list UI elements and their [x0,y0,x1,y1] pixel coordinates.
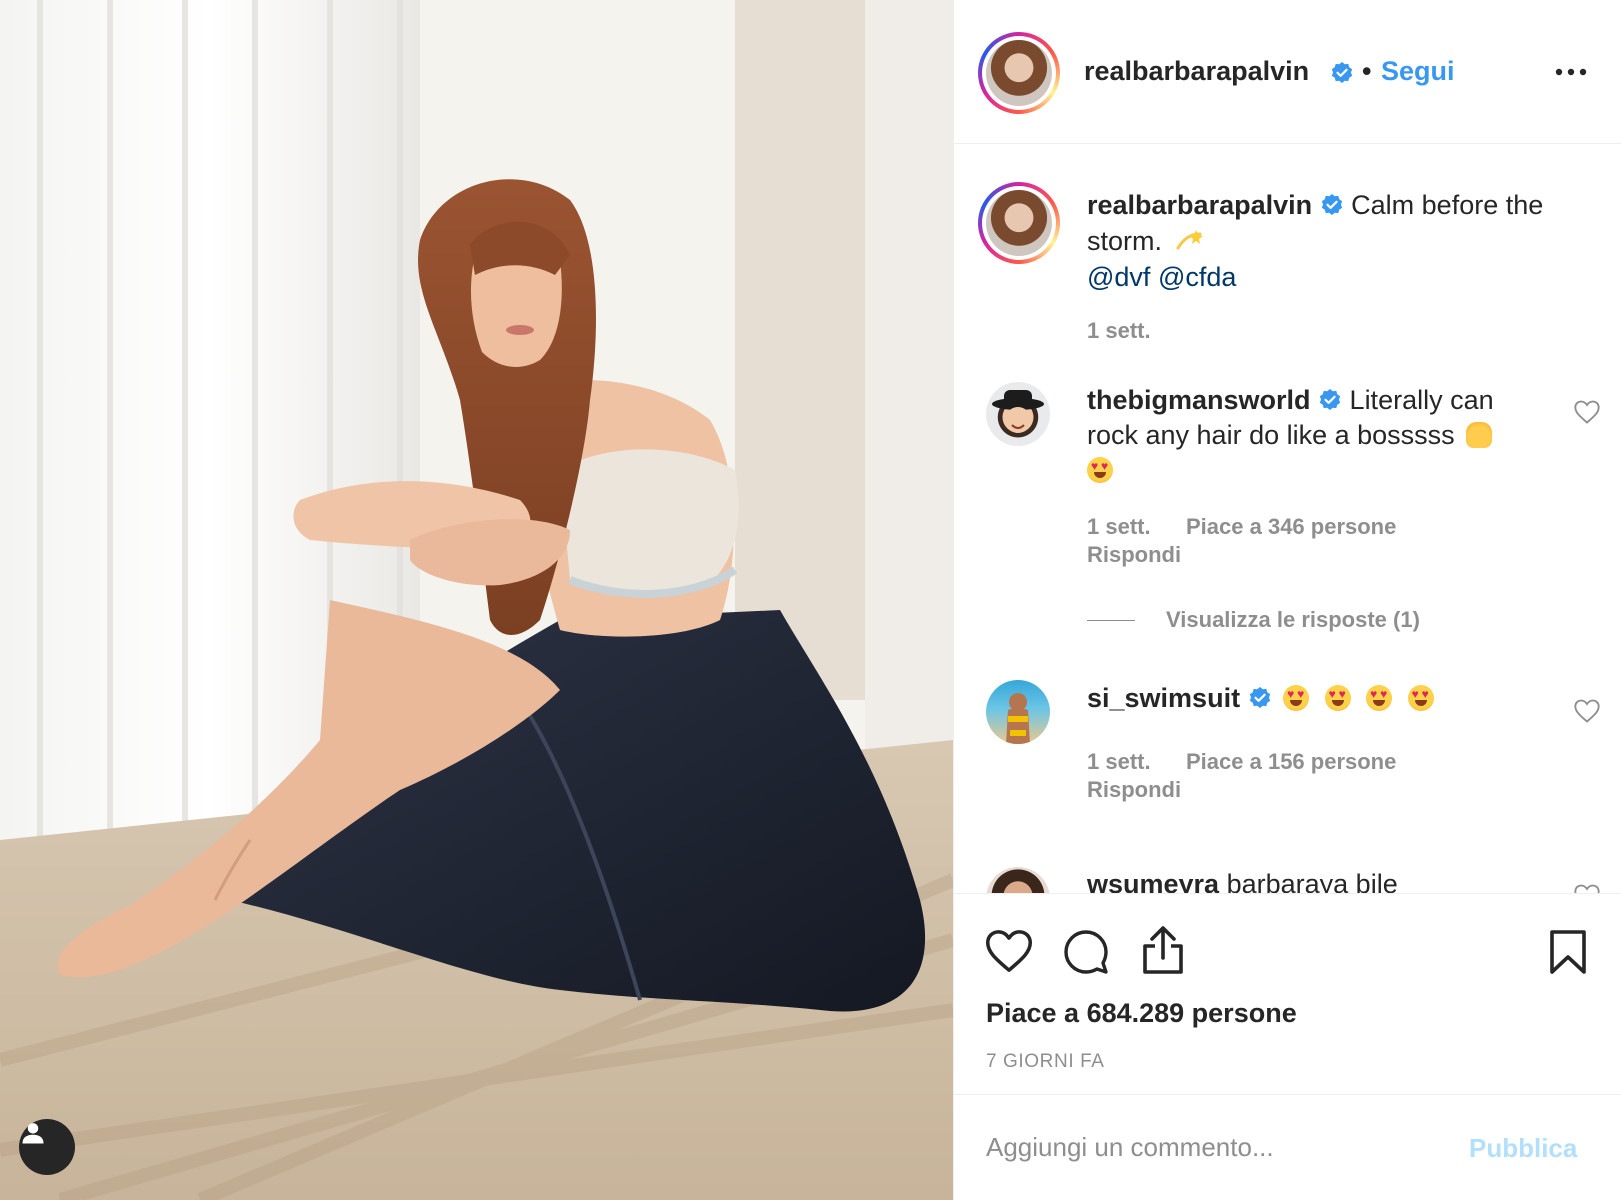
comment-text-block: wsumeyra barbaraya bile [1087,867,1557,893]
heart-eyes-emoji-icon [1407,685,1434,711]
caption-text-block: realbarbarapalvin Calm before the storm.… [1087,187,1587,295]
bookmark-icon[interactable] [1548,928,1588,976]
comment-text-block: thebigmansworld Literally can rock any h… [1087,383,1547,488]
reply-button[interactable]: Rispondi [1087,776,1181,804]
comment-time[interactable]: 1 sett. [1087,513,1151,541]
author-username[interactable]: realbarbarapalvin [1084,56,1309,87]
more-options-icon[interactable] [1555,68,1587,76]
follow-button[interactable]: Segui [1381,56,1455,87]
dizzy-emoji-icon [1174,227,1204,253]
mention-link[interactable]: @dvf [1087,262,1150,292]
publish-button[interactable]: Pubblica [1469,1133,1577,1164]
photo-illustration [0,0,953,1200]
comment-input[interactable] [986,1127,1426,1167]
comment-username[interactable]: si_swimsuit [1087,683,1240,713]
post-actions: Piace a 684.289 persone 7 GIORNI FA [954,893,1621,1093]
heart-icon[interactable] [984,928,1034,974]
comment-text: barbaraya bile [1226,869,1398,893]
heart-eyes-emoji-icon [1366,685,1393,711]
post-photo[interactable] [0,0,953,1200]
verified-badge-icon [1331,62,1353,83]
heart-eyes-emoji-icon [1283,685,1310,711]
comment-likes-count[interactable]: Piace a 156 persone [1186,748,1396,776]
post-header: realbarbarapalvin • Segui [954,0,1621,144]
comment-text-block: si_swimsuit [1087,681,1547,716]
commenter-avatar[interactable] [986,382,1050,446]
comment-like-heart-icon[interactable] [1573,883,1601,893]
comment-like-heart-icon[interactable] [1573,399,1601,425]
comment-username[interactable]: wsumeyra [1087,869,1219,893]
caption-time[interactable]: 1 sett. [1087,317,1151,345]
raising-hands-emoji-icon [1466,422,1493,448]
user-tag-button[interactable] [19,1119,75,1175]
post-likes-count[interactable]: Piace a 684.289 persone [986,998,1297,1029]
post-side-panel: realbarbarapalvin • Segui realbarbarapal… [953,0,1621,1200]
post-timestamp[interactable]: 7 GIORNI FA [986,1051,1105,1073]
comment-time[interactable]: 1 sett. [1087,748,1151,776]
caption-author-avatar[interactable] [978,182,1060,264]
add-comment-bar: Pubblica [954,1094,1621,1200]
comment-username[interactable]: thebigmansworld [1087,385,1311,415]
comment-likes-count[interactable]: Piace a 346 persone [1186,513,1396,541]
heart-eyes-emoji-icon [1324,685,1351,711]
verified-badge-icon [1249,687,1270,708]
header-separator: • [1362,56,1372,86]
caption-username[interactable]: realbarbarapalvin [1087,190,1312,220]
view-replies-button[interactable]: Visualizza le risposte (1) [1166,606,1420,634]
user-tag-icon [22,1123,44,1144]
reply-button[interactable]: Rispondi [1087,541,1181,569]
share-icon[interactable] [1140,924,1186,976]
comment-like-heart-icon[interactable] [1573,698,1601,724]
comment-icon[interactable] [1062,928,1110,976]
heart-eyes-emoji-icon [1087,457,1113,483]
commenter-avatar[interactable] [986,867,1050,893]
verified-badge-icon [1319,389,1341,410]
verified-badge-icon [1321,194,1342,215]
comments-list[interactable]: realbarbarapalvin Calm before the storm.… [954,145,1621,893]
mention-link[interactable]: @cfda [1158,262,1236,292]
commenter-avatar[interactable] [986,680,1050,744]
replies-divider [1087,620,1135,621]
author-avatar[interactable] [978,32,1060,114]
